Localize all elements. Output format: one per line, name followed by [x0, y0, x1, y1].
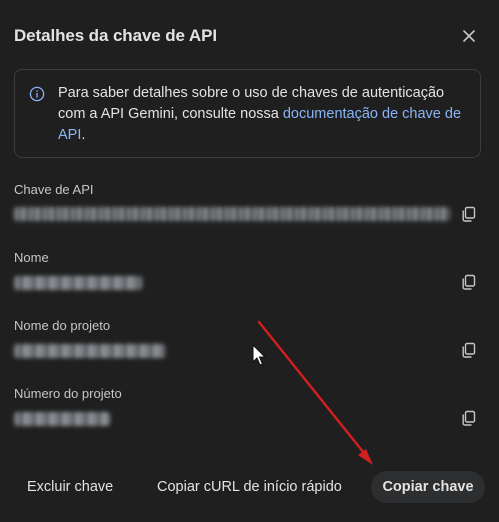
info-icon [29, 86, 45, 102]
field-label-project-number: Número do projeto [14, 386, 122, 401]
info-box: Para saber detalhes sobre o uso de chave… [14, 69, 481, 158]
mouse-cursor-icon [252, 343, 267, 366]
copy-project-name-button[interactable] [460, 341, 478, 359]
api-key-details-dialog: Detalhes da chave de API Para saber deta… [0, 0, 499, 522]
name-value-redacted [14, 276, 142, 290]
close-button[interactable] [459, 26, 479, 46]
copy-icon [462, 206, 476, 222]
copy-curl-button[interactable]: Copiar cURL de início rápido [157, 471, 342, 503]
project-number-value-redacted [14, 412, 110, 426]
field-label-project-name: Nome do projeto [14, 318, 111, 333]
copy-key-button[interactable]: Copiar chave [371, 471, 485, 503]
field-label-name: Nome [14, 250, 49, 265]
api-key-value-redacted [14, 207, 450, 221]
dialog-title: Detalhes da chave de API [14, 26, 217, 45]
copy-icon [462, 410, 476, 426]
info-suffix: . [81, 127, 86, 143]
red-arrow-icon [257, 320, 373, 465]
copy-project-number-button[interactable] [460, 409, 478, 427]
info-text: Para saber detalhes sobre o uso de chave… [58, 83, 468, 146]
project-name-value-redacted [14, 344, 166, 358]
field-label-api-key: Chave de API [14, 182, 94, 197]
copy-icon [462, 274, 476, 290]
delete-key-button[interactable]: Excluir chave [27, 471, 113, 503]
copy-name-button[interactable] [460, 273, 478, 291]
copy-icon [462, 342, 476, 358]
close-icon [463, 30, 475, 42]
copy-api-key-button[interactable] [460, 205, 478, 223]
